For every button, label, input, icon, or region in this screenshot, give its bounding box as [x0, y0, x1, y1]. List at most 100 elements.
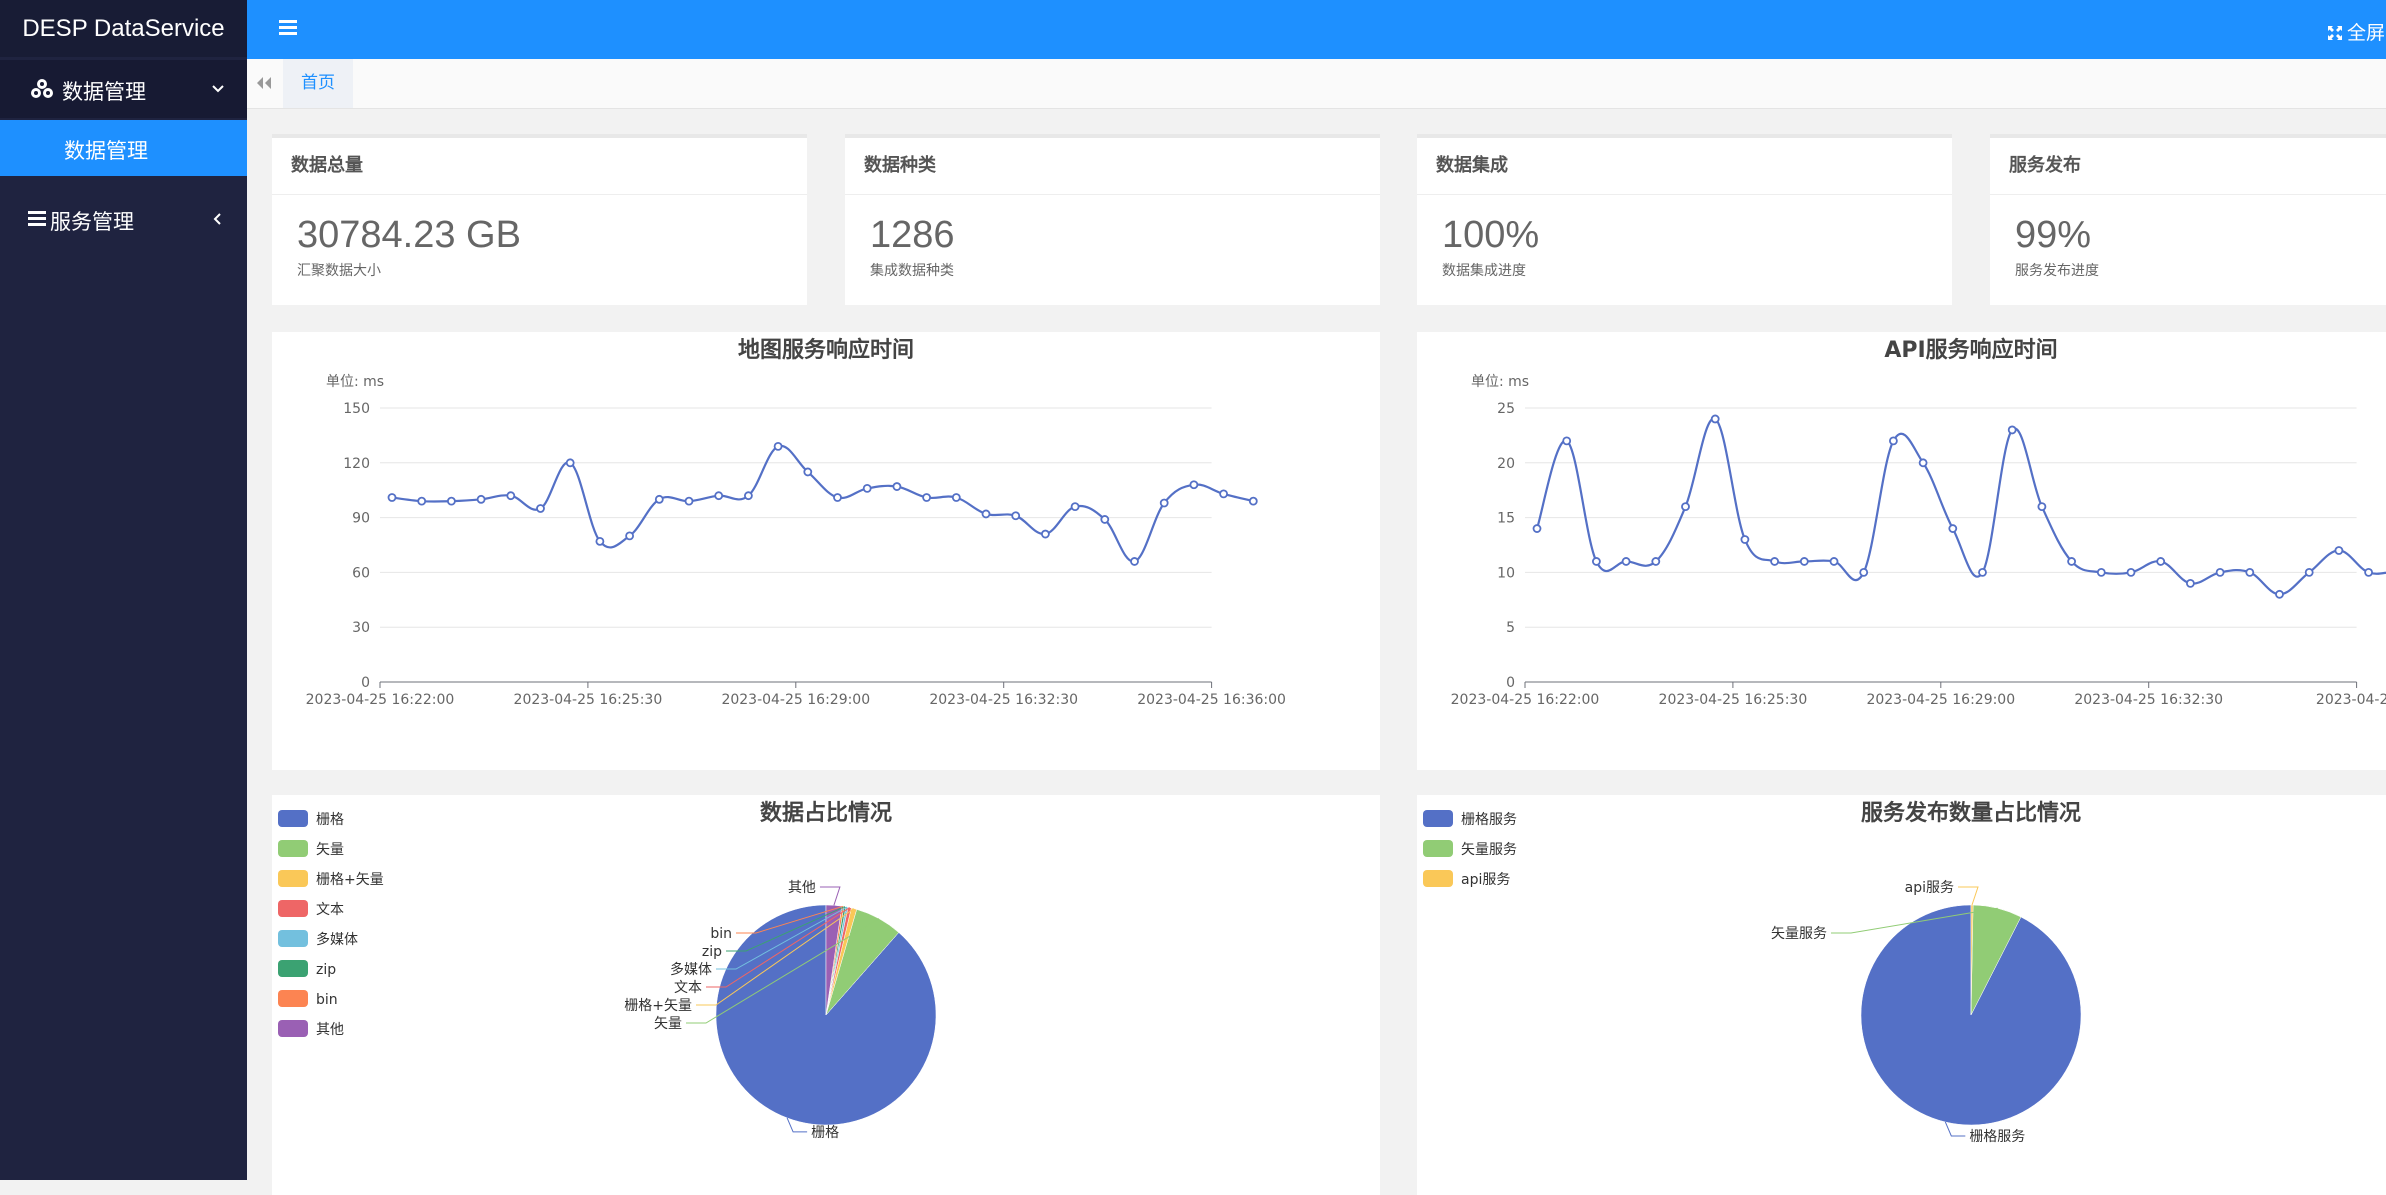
legend-item[interactable]: 多媒体	[278, 930, 358, 948]
y-tick-label: 30	[352, 620, 370, 636]
data-point[interactable]	[1918, 458, 1928, 468]
data-point[interactable]	[2334, 546, 2344, 555]
data-point[interactable]	[1219, 489, 1228, 499]
data-point[interactable]	[1189, 480, 1199, 490]
slice-label: bin	[710, 926, 732, 942]
data-point[interactable]	[625, 531, 635, 541]
legend-swatch	[278, 990, 308, 1007]
data-point[interactable]	[743, 491, 753, 501]
x-tick-label: 2023-04-25 16:29:00	[1866, 692, 2015, 708]
data-point[interactable]	[1799, 557, 1809, 566]
data-point[interactable]	[1100, 515, 1110, 524]
sidebar-item-data-management[interactable]: 数据管理	[0, 120, 247, 176]
data-point[interactable]	[1532, 524, 1542, 533]
data-point[interactable]	[1130, 557, 1139, 566]
legend-swatch	[278, 960, 308, 977]
data-point[interactable]	[1978, 567, 1987, 577]
data-point[interactable]	[1710, 414, 1720, 424]
legend-item[interactable]: 矢量服务	[1423, 840, 1517, 858]
data-point[interactable]	[1948, 524, 1958, 533]
data-point[interactable]	[654, 494, 664, 504]
sidebar-group-service-management[interactable]: 服务管理	[0, 190, 247, 248]
data-point[interactable]	[1159, 498, 1169, 508]
tab-home[interactable]: 首页	[283, 59, 353, 108]
menu-toggle-icon[interactable]	[279, 19, 299, 35]
data-point[interactable]	[1621, 557, 1631, 566]
api-service-line-chart: 单位: ms 0 5 10 15 20 25 2023-04-25 16:22:00 2023-…	[1451, 374, 2386, 708]
data-point[interactable]	[1248, 496, 1258, 506]
data-point[interactable]	[1562, 436, 1572, 446]
data-point[interactable]	[922, 493, 931, 502]
data-point[interactable]	[1888, 436, 1898, 446]
data-point[interactable]	[773, 441, 783, 451]
data-point[interactable]	[951, 493, 961, 502]
data-point[interactable]	[1591, 557, 1601, 566]
data-point[interactable]	[476, 494, 486, 504]
data-point[interactable]	[2186, 578, 2195, 588]
chevron-left-icon	[213, 213, 221, 225]
data-point[interactable]	[506, 491, 516, 501]
legend-item[interactable]: 文本	[278, 900, 344, 918]
sidebar-group-data-management[interactable]: 数据管理	[0, 60, 247, 118]
slice-label: 矢量服务	[1771, 926, 1827, 942]
stat-card-desc: 数据集成进度	[1442, 263, 1526, 279]
slice-label: 栅格服务	[1969, 1129, 2025, 1145]
legend-item[interactable]: 栅格+矢量	[278, 870, 384, 888]
legend-label: 文本	[316, 902, 344, 918]
data-point[interactable]	[833, 493, 842, 502]
data-point[interactable]	[2067, 557, 2076, 566]
data-point[interactable]	[1011, 511, 1021, 521]
stat-card-desc: 服务发布进度	[2015, 263, 2099, 279]
slice-label: 矢量	[654, 1016, 682, 1032]
data-point[interactable]	[446, 496, 456, 506]
chart-title: 服务发布数量占比情况	[1860, 801, 2081, 826]
data-point[interactable]	[2304, 567, 2314, 577]
data-point[interactable]	[2007, 425, 2017, 435]
data-point[interactable]	[981, 509, 991, 519]
y-tick-label: 0	[361, 675, 370, 691]
legend-item[interactable]: api服务	[1423, 870, 1510, 888]
data-point[interactable]	[1770, 557, 1780, 566]
fullscreen-button[interactable]: 全屏	[2327, 18, 2385, 45]
data-point[interactable]	[892, 482, 902, 491]
data-point[interactable]	[536, 504, 545, 513]
data-point[interactable]	[417, 496, 427, 506]
data-point[interactable]	[2126, 567, 2136, 577]
data-point[interactable]	[2037, 502, 2047, 512]
data-point[interactable]	[565, 458, 575, 468]
data-point[interactable]	[862, 483, 872, 493]
legend-swatch	[278, 930, 308, 947]
data-point[interactable]	[1681, 502, 1690, 512]
data-point[interactable]	[387, 493, 397, 502]
data-point[interactable]	[2096, 567, 2106, 577]
data-point[interactable]	[1651, 557, 1661, 566]
y-tick-label: 60	[352, 565, 370, 581]
data-point[interactable]	[2364, 567, 2373, 577]
label-leader-line	[1958, 886, 1979, 906]
data-point[interactable]	[2156, 557, 2166, 566]
data-point[interactable]	[1041, 529, 1050, 539]
slice-label: zip	[702, 944, 722, 960]
legend-item[interactable]: bin	[278, 990, 338, 1008]
data-point[interactable]	[1859, 567, 1869, 577]
data-point[interactable]	[2245, 567, 2255, 577]
data-point[interactable]	[2215, 567, 2225, 577]
data-point[interactable]	[2275, 589, 2284, 599]
stat-card-value: 99%	[2015, 214, 2092, 256]
legend-swatch	[1423, 870, 1453, 887]
data-point[interactable]	[1829, 557, 1839, 566]
data-point[interactable]	[1070, 502, 1080, 512]
data-point[interactable]	[1740, 535, 1750, 544]
legend-label: 多媒体	[316, 931, 358, 948]
legend-item[interactable]: 其他	[278, 1020, 344, 1038]
tab-bar: 首页	[247, 59, 2386, 109]
data-point[interactable]	[595, 536, 605, 546]
legend-item[interactable]: zip	[278, 960, 336, 978]
legend-label: bin	[316, 992, 338, 1008]
map-service-line-chart: 单位: ms 0 30 60 90 120 150 2023-04-25 16:22:00 20…	[306, 374, 1286, 708]
data-point[interactable]	[684, 496, 694, 506]
data-point[interactable]	[714, 491, 724, 501]
double-chevron-left-icon[interactable]	[255, 75, 273, 91]
legend-item[interactable]: 矢量	[278, 840, 344, 858]
data-point[interactable]	[803, 467, 813, 477]
